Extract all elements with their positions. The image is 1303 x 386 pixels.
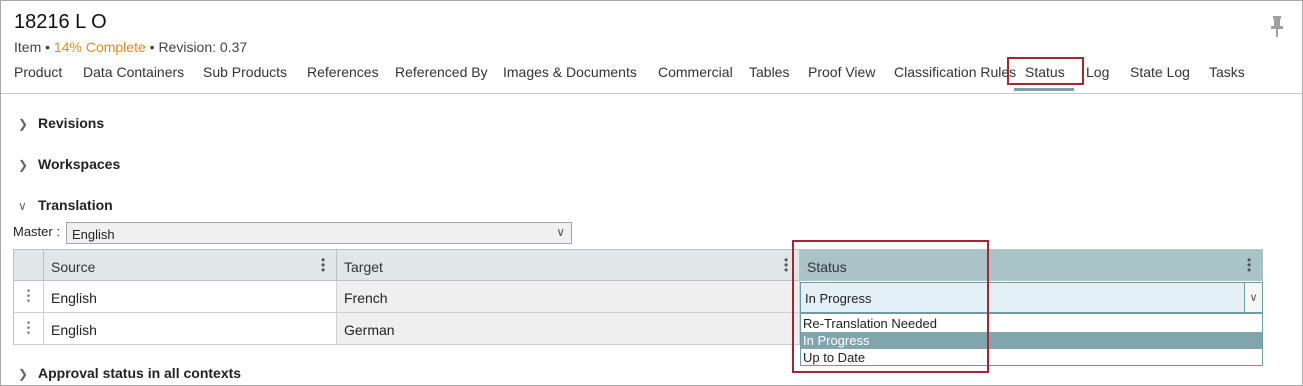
tab-product[interactable]: Product [14,64,62,80]
master-language-value: English [72,227,115,242]
master-language-select[interactable]: English ∨ [66,222,572,244]
tab-commercial[interactable]: Commercial [658,64,733,80]
revision-label: Revision: 0.37 [158,39,248,55]
table-cell-source[interactable]: English [44,313,337,345]
table-cell-target[interactable]: German [337,313,800,345]
status-tab-highlight [1007,57,1084,85]
drag-handle-icon[interactable]: • • • [14,313,44,345]
kebab-menu-icon[interactable]: • • • [1247,254,1251,276]
tab-tables[interactable]: Tables [749,64,789,80]
tab-log[interactable]: Log [1086,64,1109,80]
pin-icon[interactable] [1270,16,1284,38]
chevron-right-icon: ❯ [18,367,29,381]
kebab-menu-icon[interactable]: • • • [784,254,788,276]
tab-sub-products[interactable]: Sub Products [203,64,287,80]
section-revisions[interactable]: ❯ Revisions [18,115,104,131]
header-divider [1,93,1302,94]
completion-status[interactable]: 14% Complete [54,39,146,55]
tab-classification-rules[interactable]: Classification Rules [894,64,1016,80]
tab-data-containers[interactable]: Data Containers [83,64,184,80]
active-tab-indicator [1014,88,1074,91]
chevron-right-icon: ❯ [18,117,29,131]
section-workspaces[interactable]: ❯ Workspaces [18,156,120,172]
tab-images-documents[interactable]: Images & Documents [503,64,637,80]
table-cell-source[interactable]: English [44,281,337,313]
tab-proof-view[interactable]: Proof View [808,64,875,80]
status-column-highlight [792,240,989,373]
item-type-label: Item [14,39,42,55]
tab-state-log[interactable]: State Log [1130,64,1190,80]
chevron-right-icon: ❯ [18,158,29,172]
grid-header-handle [14,250,44,281]
page-title: 18216 L O [14,11,107,33]
kebab-menu-icon[interactable]: • • • [321,254,325,276]
chevron-down-icon: ∨ [556,225,565,239]
drag-handle-icon[interactable]: • • • [14,281,44,313]
table-cell-target[interactable]: French [337,281,800,313]
chevron-down-icon[interactable]: ∨ [1245,282,1263,313]
section-approval-status[interactable]: ❯ Approval status in all contexts [18,365,241,381]
separator-dot: • [45,39,54,55]
tab-references[interactable]: References [307,64,379,80]
tab-referenced-by[interactable]: Referenced By [395,64,488,80]
master-language-label: Master : [13,224,60,239]
column-header-target[interactable]: Target • • • [337,250,800,281]
column-header-source[interactable]: Source • • • [44,250,337,281]
section-translation[interactable]: ∨ Translation [18,197,113,213]
tab-tasks[interactable]: Tasks [1209,64,1245,80]
chevron-down-icon: ∨ [18,199,27,213]
item-summary: Item • 14% Complete • Revision: 0.37 [14,39,247,55]
